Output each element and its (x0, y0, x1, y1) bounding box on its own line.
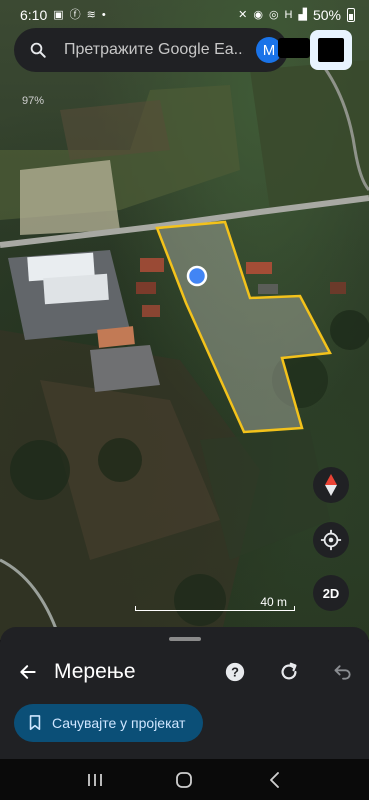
save-to-project-label: Сачувајте у пројекат (52, 715, 186, 731)
undo-icon (334, 665, 351, 680)
home-icon (176, 771, 193, 788)
view-mode-2d-button[interactable]: 2D (313, 575, 349, 611)
help-button[interactable]: ? (222, 659, 248, 685)
home-button[interactable] (164, 765, 204, 795)
crosshair-icon (320, 529, 342, 551)
facebook-icon: ⓕ (69, 8, 81, 21)
signal-icon: ▟ (298, 8, 307, 21)
bookmark-icon (29, 715, 41, 731)
arrow-back-icon (20, 665, 36, 679)
dot-icon: • (101, 8, 106, 21)
zoom-level-label: 97% (22, 95, 45, 107)
sheet-title: Мерење (54, 660, 136, 683)
redacted-block (278, 38, 310, 58)
location-icon: ◉ (253, 8, 263, 21)
map-scale: 40 m (135, 595, 295, 613)
compass-icon (325, 474, 337, 496)
status-time: 6:10 (20, 7, 48, 23)
measure-sheet: Мерење ? Сачувајте у пројекат (0, 627, 369, 759)
refresh-button[interactable] (276, 659, 302, 685)
status-bar: 6:10 ▣ ⓕ ≋ • ✕ ◉ ◎ H ▟ 50% (0, 0, 369, 30)
refresh-icon (281, 662, 297, 680)
save-to-project-button[interactable]: Сачувајте у пројекат (14, 704, 204, 742)
back-button[interactable] (14, 658, 42, 686)
mute-icon: ✕ (238, 8, 248, 21)
system-nav-bar (0, 759, 369, 800)
signal-waves-icon: ≋ (86, 8, 96, 21)
redacted-tile (310, 30, 352, 70)
search-bar[interactable]: Претражите Google Ea... M (14, 28, 288, 72)
scale-bar (135, 606, 295, 611)
location-dot (186, 265, 208, 287)
back-nav-button[interactable] (254, 765, 294, 795)
network-h-icon: H (284, 8, 293, 21)
gallery-icon: ▣ (53, 8, 64, 21)
search-icon[interactable] (28, 40, 48, 60)
chevron-left-icon (270, 771, 280, 788)
recents-icon (87, 773, 102, 786)
compass-button[interactable] (313, 467, 349, 503)
battery-icon (347, 8, 355, 22)
svg-text:?: ? (231, 665, 239, 680)
search-input[interactable]: Претражите Google Ea... (64, 41, 244, 59)
undo-button[interactable] (330, 659, 356, 685)
help-icon: ? (225, 662, 245, 682)
hotspot-icon: ◎ (268, 8, 279, 21)
battery-percent: 50% (312, 7, 341, 23)
my-location-button[interactable] (313, 522, 349, 558)
recent-apps-button[interactable] (75, 765, 115, 795)
drag-handle[interactable] (169, 637, 201, 641)
